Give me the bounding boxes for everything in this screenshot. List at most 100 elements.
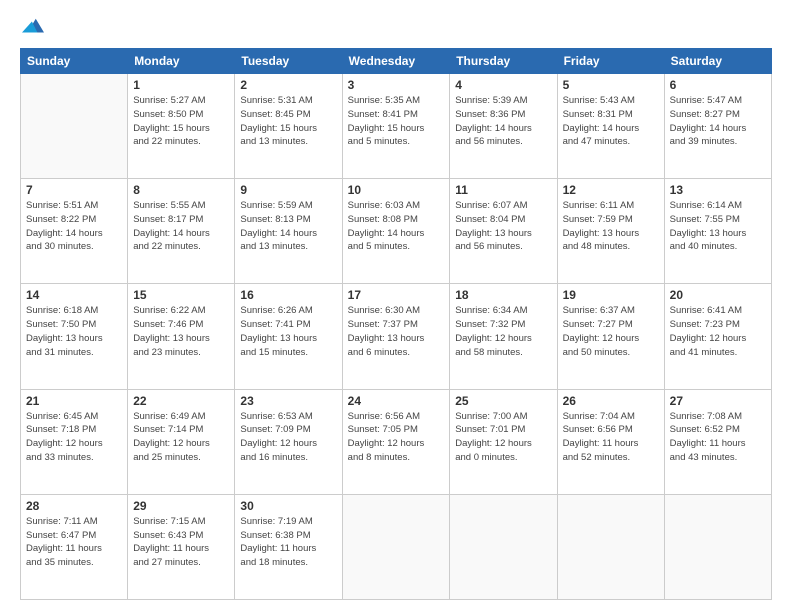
day-number: 4 (455, 78, 551, 92)
day-info: Sunrise: 6:11 AMSunset: 7:59 PMDaylight:… (563, 199, 659, 254)
day-number: 6 (670, 78, 766, 92)
day-number: 16 (240, 288, 336, 302)
weekday-header-sunday: Sunday (21, 49, 128, 74)
day-number: 28 (26, 499, 122, 513)
day-number: 19 (563, 288, 659, 302)
day-info: Sunrise: 7:00 AMSunset: 7:01 PMDaylight:… (455, 410, 551, 465)
day-number: 15 (133, 288, 229, 302)
day-cell: 14 Sunrise: 6:18 AMSunset: 7:50 PMDayligh… (21, 284, 128, 389)
day-cell: 11 Sunrise: 6:07 AMSunset: 8:04 PMDayligh… (450, 179, 557, 284)
day-number: 17 (348, 288, 445, 302)
day-info: Sunrise: 6:30 AMSunset: 7:37 PMDaylight:… (348, 304, 445, 359)
day-info: Sunrise: 6:37 AMSunset: 7:27 PMDaylight:… (563, 304, 659, 359)
day-cell: 12Sunrise: 6:11 AMSunset: 7:59 PMDayligh… (557, 179, 664, 284)
day-cell: 27 Sunrise: 7:08 AMSunset: 6:52 PMDayligh… (664, 389, 771, 494)
day-number: 11 (455, 183, 551, 197)
day-info: Sunrise: 6:14 AMSunset: 7:55 PMDaylight:… (670, 199, 766, 254)
logo (20, 16, 44, 38)
day-info: Sunrise: 7:15 AMSunset: 6:43 PMDaylight:… (133, 515, 229, 570)
day-cell: 4 Sunrise: 5:39 AMSunset: 8:36 PMDaylight… (450, 74, 557, 179)
day-info: Sunrise: 5:27 AMSunset: 8:50 PMDaylight:… (133, 94, 229, 149)
day-info: Sunrise: 6:49 AMSunset: 7:14 PMDaylight:… (133, 410, 229, 465)
day-number: 8 (133, 183, 229, 197)
day-cell: 2Sunrise: 5:31 AMSunset: 8:45 PMDaylight… (235, 74, 342, 179)
day-number: 7 (26, 183, 122, 197)
day-cell: 8 Sunrise: 5:55 AMSunset: 8:17 PMDaylight… (128, 179, 235, 284)
day-cell: 16 Sunrise: 6:26 AMSunset: 7:41 PMDayligh… (235, 284, 342, 389)
day-number: 5 (563, 78, 659, 92)
page-header (20, 16, 772, 38)
day-info: Sunrise: 6:34 AMSunset: 7:32 PMDaylight:… (455, 304, 551, 359)
day-info: Sunrise: 6:22 AMSunset: 7:46 PMDaylight:… (133, 304, 229, 359)
day-cell: 28 Sunrise: 7:11 AMSunset: 6:47 PMDayligh… (21, 494, 128, 599)
day-number: 23 (240, 394, 336, 408)
day-cell: 1 Sunrise: 5:27 AMSunset: 8:50 PMDaylight… (128, 74, 235, 179)
day-info: Sunrise: 6:07 AMSunset: 8:04 PMDaylight:… (455, 199, 551, 254)
weekday-header-wednesday: Wednesday (342, 49, 450, 74)
day-info: Sunrise: 6:03 AMSunset: 8:08 PMDaylight:… (348, 199, 445, 254)
day-info: Sunrise: 6:56 AMSunset: 7:05 PMDaylight:… (348, 410, 445, 465)
day-cell: 26 Sunrise: 7:04 AMSunset: 6:56 PMDayligh… (557, 389, 664, 494)
day-info: Sunrise: 5:55 AMSunset: 8:17 PMDaylight:… (133, 199, 229, 254)
day-number: 27 (670, 394, 766, 408)
day-cell: 5Sunrise: 5:43 AMSunset: 8:31 PMDaylight… (557, 74, 664, 179)
day-cell: 6 Sunrise: 5:47 AMSunset: 8:27 PMDaylight… (664, 74, 771, 179)
day-number: 30 (240, 499, 336, 513)
day-info: Sunrise: 5:51 AMSunset: 8:22 PMDaylight:… (26, 199, 122, 254)
day-cell: 30 Sunrise: 7:19 AMSunset: 6:38 PMDayligh… (235, 494, 342, 599)
day-info: Sunrise: 7:19 AMSunset: 6:38 PMDaylight:… (240, 515, 336, 570)
day-cell: 20 Sunrise: 6:41 AMSunset: 7:23 PMDayligh… (664, 284, 771, 389)
day-number: 14 (26, 288, 122, 302)
day-cell (21, 74, 128, 179)
day-number: 2 (240, 78, 336, 92)
day-number: 1 (133, 78, 229, 92)
day-info: Sunrise: 5:47 AMSunset: 8:27 PMDaylight:… (670, 94, 766, 149)
day-number: 24 (348, 394, 445, 408)
day-cell (557, 494, 664, 599)
day-number: 25 (455, 394, 551, 408)
day-info: Sunrise: 6:26 AMSunset: 7:41 PMDaylight:… (240, 304, 336, 359)
day-info: Sunrise: 7:11 AMSunset: 6:47 PMDaylight:… (26, 515, 122, 570)
day-cell: 23 Sunrise: 6:53 AMSunset: 7:09 PMDayligh… (235, 389, 342, 494)
weekday-header-thursday: Thursday (450, 49, 557, 74)
day-info: Sunrise: 5:59 AMSunset: 8:13 PMDaylight:… (240, 199, 336, 254)
day-number: 21 (26, 394, 122, 408)
day-cell: 9 Sunrise: 5:59 AMSunset: 8:13 PMDaylight… (235, 179, 342, 284)
day-info: Sunrise: 7:04 AMSunset: 6:56 PMDaylight:… (563, 410, 659, 465)
week-row-4: 21 Sunrise: 6:45 AMSunset: 7:18 PMDayligh… (21, 389, 772, 494)
day-cell: 10 Sunrise: 6:03 AMSunset: 8:08 PMDayligh… (342, 179, 450, 284)
day-number: 22 (133, 394, 229, 408)
weekday-header-row: SundayMondayTuesdayWednesdayThursdayFrid… (21, 49, 772, 74)
week-row-1: 1 Sunrise: 5:27 AMSunset: 8:50 PMDaylight… (21, 74, 772, 179)
calendar-table: SundayMondayTuesdayWednesdayThursdayFrid… (20, 48, 772, 600)
day-info: Sunrise: 5:35 AMSunset: 8:41 PMDaylight:… (348, 94, 445, 149)
day-number: 3 (348, 78, 445, 92)
day-cell: 15 Sunrise: 6:22 AMSunset: 7:46 PMDayligh… (128, 284, 235, 389)
week-row-3: 14 Sunrise: 6:18 AMSunset: 7:50 PMDayligh… (21, 284, 772, 389)
day-number: 9 (240, 183, 336, 197)
day-cell: 3 Sunrise: 5:35 AMSunset: 8:41 PMDaylight… (342, 74, 450, 179)
day-info: Sunrise: 6:41 AMSunset: 7:23 PMDaylight:… (670, 304, 766, 359)
day-cell: 18Sunrise: 6:34 AMSunset: 7:32 PMDayligh… (450, 284, 557, 389)
day-cell: 17 Sunrise: 6:30 AMSunset: 7:37 PMDayligh… (342, 284, 450, 389)
day-number: 13 (670, 183, 766, 197)
weekday-header-friday: Friday (557, 49, 664, 74)
week-row-5: 28 Sunrise: 7:11 AMSunset: 6:47 PMDayligh… (21, 494, 772, 599)
day-number: 10 (348, 183, 445, 197)
day-info: Sunrise: 7:08 AMSunset: 6:52 PMDaylight:… (670, 410, 766, 465)
day-info: Sunrise: 6:18 AMSunset: 7:50 PMDaylight:… (26, 304, 122, 359)
day-cell: 24 Sunrise: 6:56 AMSunset: 7:05 PMDayligh… (342, 389, 450, 494)
weekday-header-saturday: Saturday (664, 49, 771, 74)
day-number: 26 (563, 394, 659, 408)
day-cell: 21 Sunrise: 6:45 AMSunset: 7:18 PMDayligh… (21, 389, 128, 494)
day-info: Sunrise: 5:39 AMSunset: 8:36 PMDaylight:… (455, 94, 551, 149)
day-info: Sunrise: 6:53 AMSunset: 7:09 PMDaylight:… (240, 410, 336, 465)
weekday-header-monday: Monday (128, 49, 235, 74)
day-cell: 13 Sunrise: 6:14 AMSunset: 7:55 PMDayligh… (664, 179, 771, 284)
day-number: 20 (670, 288, 766, 302)
day-cell: 19 Sunrise: 6:37 AMSunset: 7:27 PMDayligh… (557, 284, 664, 389)
day-cell (664, 494, 771, 599)
day-cell: 7 Sunrise: 5:51 AMSunset: 8:22 PMDaylight… (21, 179, 128, 284)
day-info: Sunrise: 6:45 AMSunset: 7:18 PMDaylight:… (26, 410, 122, 465)
day-cell (450, 494, 557, 599)
